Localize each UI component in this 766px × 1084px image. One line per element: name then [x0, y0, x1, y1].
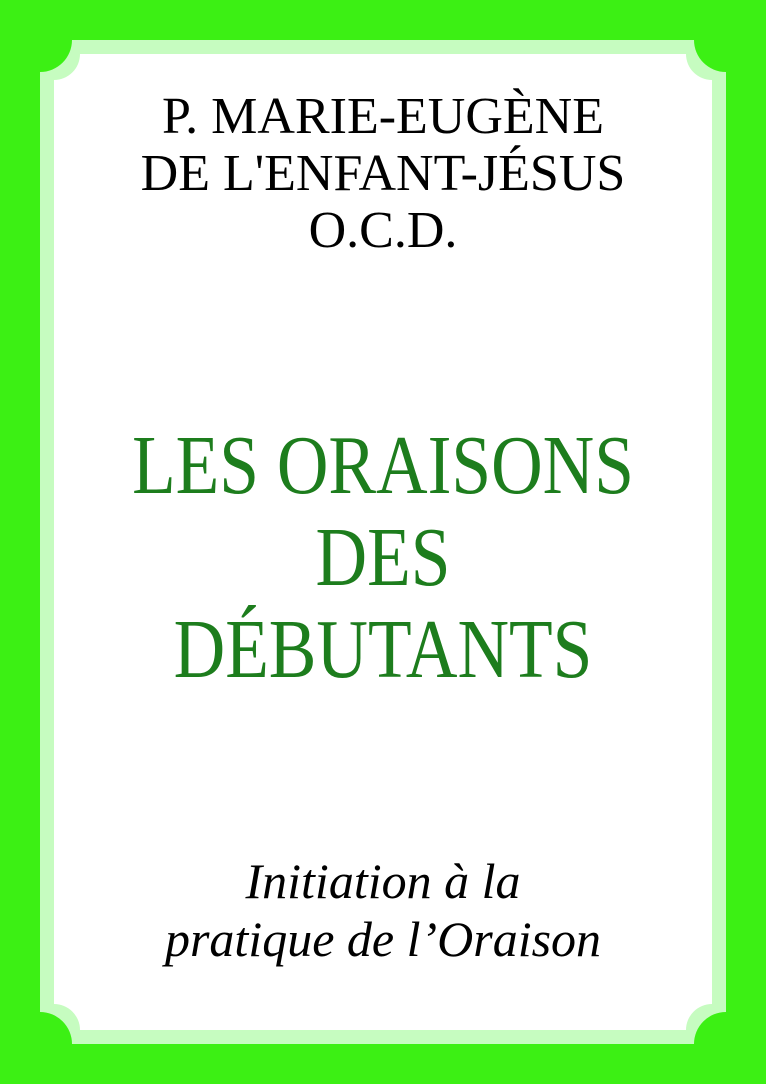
subtitle-line: Initiation à la: [245, 853, 521, 909]
title-line: LES ORAISONS: [132, 419, 634, 512]
subtitle-line: pratique de l’Oraison: [164, 911, 602, 967]
author-line: P. MARIE-EUGÈNE: [162, 88, 604, 145]
title-line: DÉBUTANTS: [173, 603, 593, 696]
author-line: O.C.D.: [308, 202, 458, 259]
author-line: DE L'ENFANT-JÉSUS: [140, 145, 626, 202]
book-title: LES ORAISONS DES DÉBUTANTS: [57, 420, 708, 696]
author-block: P. MARIE-EUGÈNE DE L'ENFANT-JÉSUS O.C.D.: [0, 88, 766, 259]
book-subtitle: Initiation à la pratique de l’Oraison: [0, 852, 766, 968]
title-line: DES: [315, 511, 451, 604]
